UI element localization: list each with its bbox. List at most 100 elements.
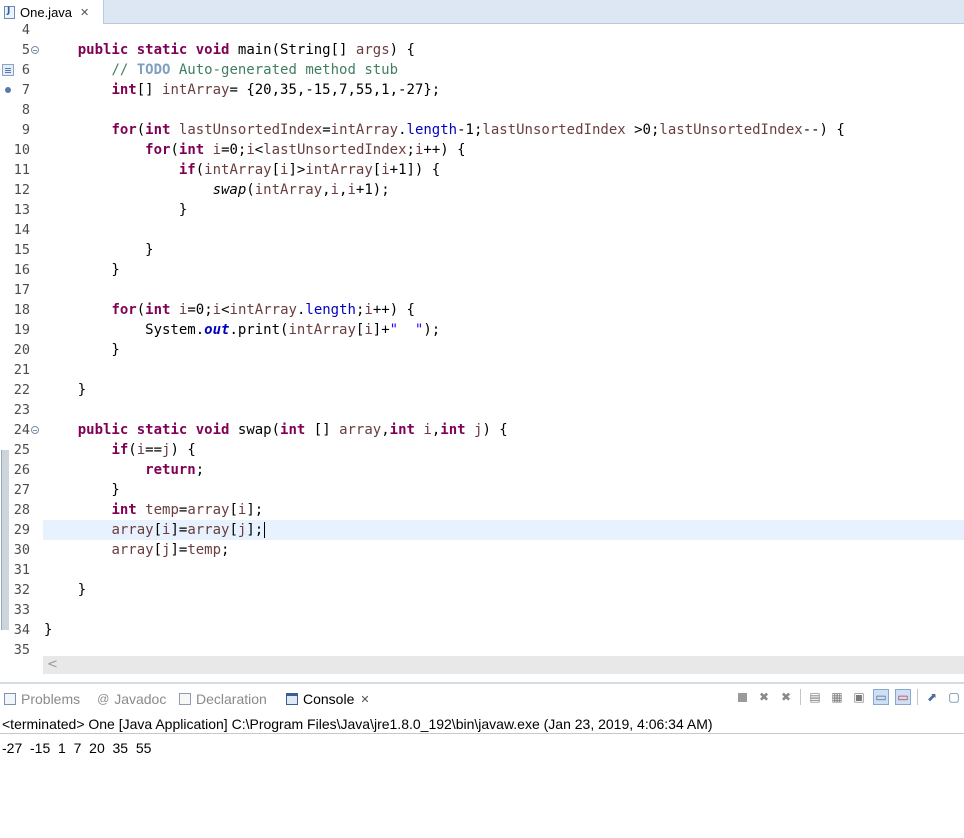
tab-console[interactable]: Console ✕ — [286, 686, 370, 712]
line-number: 25 — [13, 442, 30, 458]
code-line[interactable]: 9 for(int lastUnsortedIndex=intArray.len… — [0, 120, 964, 140]
line-number: 14 — [13, 222, 30, 238]
remove-all-terminated-icon[interactable]: ✖ — [778, 689, 794, 705]
line-number: 13 — [13, 202, 30, 218]
code-line[interactable]: 34} — [0, 620, 964, 640]
editor-tab-bar: One.java ✕ — [0, 0, 964, 24]
code-line[interactable]: 20 } — [0, 340, 964, 360]
code-line[interactable]: 31 — [0, 560, 964, 580]
code-line[interactable]: 23 — [0, 400, 964, 420]
line-number: 21 — [13, 362, 30, 378]
panel-divider[interactable] — [0, 682, 964, 684]
code-line[interactable]: 24 public static void swap(int [] array,… — [0, 420, 964, 440]
code-line[interactable]: 4 — [0, 24, 964, 40]
tab-declaration[interactable]: Declaration — [179, 686, 267, 712]
code-text: } — [44, 262, 120, 278]
code-line[interactable]: 28 int temp=array[i]; — [0, 500, 964, 520]
remove-launch-icon[interactable]: ✖ — [756, 689, 772, 705]
javadoc-icon: @ — [97, 692, 110, 706]
code-line[interactable]: 21 — [0, 360, 964, 380]
line-number: 27 — [13, 482, 30, 498]
code-text: for(int i=0;i<lastUnsortedIndex;i++) { — [145, 142, 466, 158]
line-number: 29 — [13, 522, 30, 538]
java-file-icon — [4, 5, 15, 19]
code-line[interactable]: 15 } — [0, 240, 964, 260]
code-text: array[i]=array[j]; — [111, 522, 266, 538]
close-icon[interactable]: ✕ — [80, 6, 89, 19]
line-number: 5 — [21, 42, 30, 58]
console-toolbar: ✖ ✖ ▤ ▦ ▣ ▭ ▭ ⬈ ▢ — [734, 689, 964, 705]
word-wrap-icon[interactable]: ▦ — [829, 689, 845, 705]
open-console-icon[interactable]: ⬈ — [924, 689, 940, 705]
toolbar-separator — [917, 689, 918, 705]
line-number: 12 — [13, 182, 30, 198]
code-line[interactable]: 35 — [0, 640, 964, 656]
code-line[interactable]: 22 } — [0, 380, 964, 400]
tab-console-label: Console — [303, 691, 355, 707]
tab-javadoc-label: Javadoc — [114, 691, 167, 707]
line-number: 4 — [21, 24, 30, 38]
code-line[interactable]: 12 swap(intArray,i,i+1); — [0, 180, 964, 200]
console-output[interactable]: -27 -15 1 7 20 35 55 — [2, 738, 151, 758]
terminate-icon[interactable] — [734, 689, 750, 705]
line-number: 34 — [13, 622, 30, 638]
scroll-left-icon[interactable]: < — [47, 657, 58, 672]
code-text: } — [44, 582, 87, 598]
console-icon — [286, 693, 298, 705]
code-line[interactable]: 13 } — [0, 200, 964, 220]
code-line[interactable]: 18 for(int i=0;i<intArray.length;i++) { — [0, 300, 964, 320]
line-number: 20 — [13, 342, 30, 358]
code-line[interactable]: 8 — [0, 100, 964, 120]
display-console-icon[interactable]: ▢ — [946, 689, 962, 705]
console-status-line: <terminated> One [Java Application] C:\P… — [0, 714, 964, 734]
bottom-panel-tabs: Problems @ Javadoc Declaration Console ✕… — [0, 686, 964, 712]
line-number: 11 — [13, 162, 30, 178]
code-text: System.out.print(intArray[i]+" "); — [44, 322, 441, 338]
code-line[interactable]: 30 array[j]=temp; — [0, 540, 964, 560]
line-number: 8 — [21, 102, 30, 118]
fold-collapse-icon[interactable] — [31, 426, 39, 434]
code-line[interactable]: 6 // TODO Auto-generated method stub — [0, 60, 964, 80]
code-line[interactable]: 25 if(i==j) { — [0, 440, 964, 460]
code-line[interactable]: 26 return; — [0, 460, 964, 480]
line-number: 31 — [13, 562, 30, 578]
code-line[interactable]: 14 — [0, 220, 964, 240]
scroll-lock-icon[interactable]: ▤ — [807, 689, 823, 705]
code-line[interactable]: 32 } — [0, 580, 964, 600]
close-icon[interactable]: ✕ — [360, 693, 369, 706]
code-line[interactable]: 19 System.out.print(intArray[i]+" "); — [0, 320, 964, 340]
line-number: 19 — [13, 322, 30, 338]
code-text: } — [44, 342, 120, 358]
pin-console-icon[interactable]: ▣ — [851, 689, 867, 705]
code-line[interactable]: 10 for(int i=0;i<lastUnsortedIndex;i++) … — [0, 140, 964, 160]
declaration-icon — [179, 693, 191, 705]
show-console-error-icon[interactable]: ▭ — [895, 689, 911, 705]
tab-javadoc[interactable]: @ Javadoc — [97, 686, 166, 712]
line-number: 15 — [13, 242, 30, 258]
code-text: array[j]=temp; — [111, 542, 230, 558]
code-text: swap(intArray,i,i+1); — [212, 182, 390, 198]
fold-collapse-icon[interactable] — [31, 46, 39, 54]
line-number: 32 — [13, 582, 30, 598]
code-line[interactable]: 7 int[] intArray= {20,35,-15,7,55,1,-27}… — [0, 80, 964, 100]
code-line[interactable]: 11 if(intArray[i]>intArray[i+1]) { — [0, 160, 964, 180]
line-number: 24 — [13, 422, 30, 438]
code-line[interactable]: 5 public static void main(String[] args)… — [0, 40, 964, 60]
code-text: } — [44, 482, 120, 498]
editor-horizontal-scrollbar[interactable]: < — [43, 656, 964, 674]
show-console-output-icon[interactable]: ▭ — [873, 689, 889, 705]
code-line[interactable]: 29 array[i]=array[j]; — [0, 520, 964, 540]
code-line[interactable]: 17 — [0, 280, 964, 300]
editor-tab-one-java[interactable]: One.java ✕ — [0, 0, 104, 24]
code-line[interactable]: 33 — [0, 600, 964, 620]
tab-problems[interactable]: Problems — [4, 686, 80, 712]
code-line[interactable]: 27 } — [0, 480, 964, 500]
line-number: 33 — [13, 602, 30, 618]
line-number: 23 — [13, 402, 30, 418]
task-marker-icon[interactable] — [2, 64, 14, 76]
line-number: 26 — [13, 462, 30, 478]
code-text: } — [44, 622, 53, 638]
code-editor[interactable]: 4 5 public static void main(String[] args… — [0, 24, 964, 656]
line-number: 28 — [13, 502, 30, 518]
code-line[interactable]: 16 } — [0, 260, 964, 280]
